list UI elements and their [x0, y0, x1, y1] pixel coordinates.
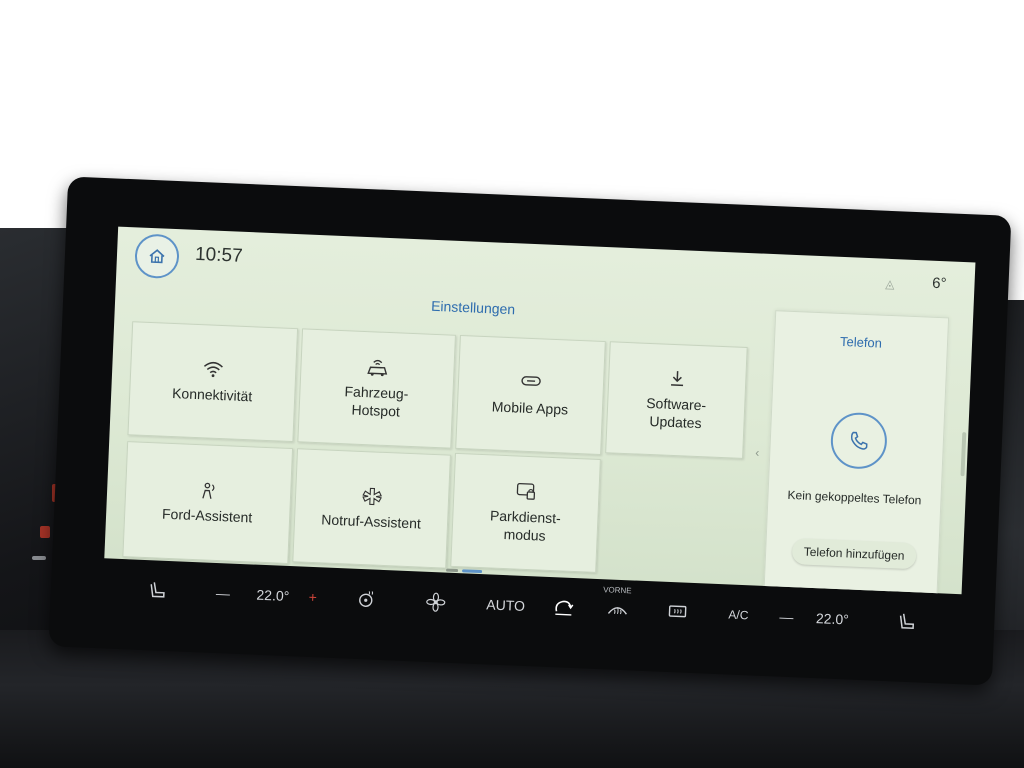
page-indicator: [446, 568, 483, 574]
home-icon: [149, 249, 165, 264]
emergency-icon: [362, 487, 382, 506]
seat-icon: [150, 582, 165, 598]
tile-label: Konnektivität: [171, 384, 253, 405]
heated-steering-wheel-icon: [359, 591, 374, 607]
ac-button[interactable]: A/C: [717, 588, 759, 642]
steering-heat-button[interactable]: [350, 573, 382, 626]
tile-label: Parkdienst- modus: [489, 507, 562, 544]
driver-temp-plus[interactable]: +: [302, 571, 324, 624]
tile-mobile-apps[interactable]: Mobile Apps: [455, 334, 606, 455]
auto-climate-button[interactable]: AUTO: [480, 578, 532, 632]
add-phone-button[interactable]: Telefon hinzufügen: [791, 538, 917, 570]
rear-defrost-button[interactable]: [661, 586, 693, 639]
recirculation-button[interactable]: [548, 581, 580, 634]
tile-fahrzeug-hotspot[interactable]: Fahrzeug- Hotspot: [297, 328, 456, 449]
passenger-seat-heat-button[interactable]: [891, 595, 923, 648]
tile-parkdienstmodus[interactable]: Parkdienst- modus: [450, 452, 601, 573]
front-defrost-button[interactable]: [602, 583, 634, 636]
driver-seat-heat-button[interactable]: [142, 564, 174, 617]
fan-icon: [426, 592, 446, 612]
clock: 10:57: [194, 243, 244, 267]
seat-icon: [899, 613, 915, 629]
assistant-icon: [202, 482, 215, 499]
passenger-temp-minus[interactable]: —: [775, 591, 797, 644]
wifi-icon: [203, 361, 223, 378]
phone-icon: [850, 431, 868, 450]
tile-konnektivitaet[interactable]: Konnektivität: [127, 321, 299, 443]
connection-status-icon: ◬: [884, 276, 895, 292]
recirculation-icon: [555, 600, 574, 616]
phone-title: Telefon: [839, 333, 883, 351]
page-title: Einstellungen: [430, 297, 516, 318]
home-button[interactable]: [134, 233, 180, 280]
front-defrost-icon: [607, 607, 627, 615]
tile-label: Fahrzeug- Hotspot: [344, 383, 409, 420]
side-scroll-handle[interactable]: [960, 432, 967, 477]
tile-ford-assistent[interactable]: Ford-Assistent: [122, 441, 294, 564]
tile-notruf-assistent[interactable]: Notruf-Assistent: [292, 448, 451, 569]
rear-defrost-icon: [668, 605, 687, 618]
download-icon: [671, 371, 684, 387]
tile-label: Mobile Apps: [491, 398, 569, 418]
tile-label: Software- Updates: [645, 394, 707, 432]
phone-status: Kein gekoppeltes Telefon: [787, 487, 922, 508]
panel-collapse-chevron-icon[interactable]: ‹: [755, 445, 760, 459]
tile-label: Notruf-Assistent: [320, 511, 422, 532]
tile-label: Ford-Assistent: [161, 505, 253, 526]
infotainment-screen: 10:57 ◬ 6° Einstellungen Konnektivität F…: [104, 226, 976, 595]
passenger-temp-value: 22.0°: [815, 610, 850, 628]
car-hotspot-icon: [367, 359, 388, 377]
phone-call-button[interactable]: [829, 411, 889, 470]
valet-icon: [516, 482, 536, 500]
driver-temp-minus[interactable]: —: [212, 567, 234, 620]
display-bezel: 10:57 ◬ 6° Einstellungen Konnektivität F…: [48, 176, 1012, 686]
outside-temperature: 6°: [931, 274, 947, 293]
phone-panel: Telefon Kein gekoppeltes Telefon Telefon…: [763, 310, 950, 595]
fan-button[interactable]: [420, 576, 452, 629]
link-icon: [521, 376, 541, 386]
tile-software-updates[interactable]: Software- Updates: [605, 341, 748, 459]
driver-temp-value: 22.0°: [256, 586, 290, 605]
